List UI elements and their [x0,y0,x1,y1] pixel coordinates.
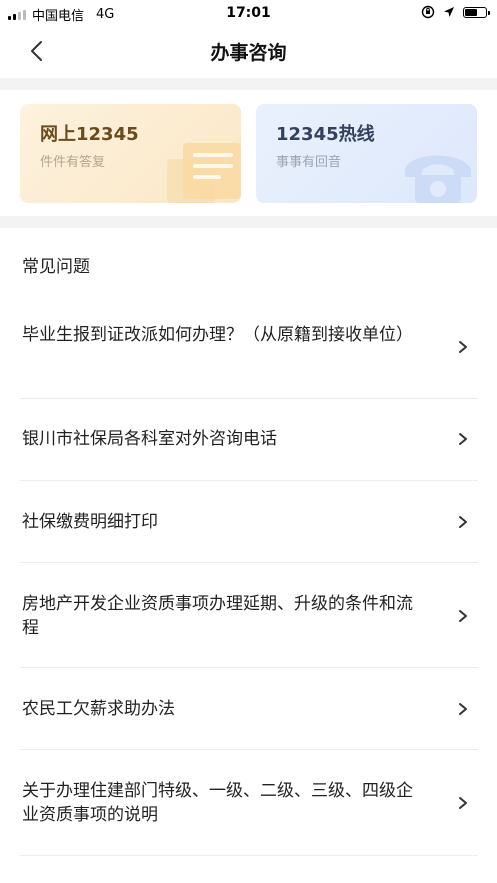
divider [0,78,497,90]
status-bar: 中国电信 4G 17:01 [0,0,497,26]
faq-item[interactable]: 房地产开发企业资质事项办理延期、升级的条件和流程 [20,563,478,668]
chevron-right-icon [459,610,467,622]
divider [0,216,497,228]
card-subtitle: 件件有答复 [40,155,106,170]
faq-item-label: 房地产开发企业资质事项办理延期、升级的条件和流程 [22,594,413,638]
chevron-right-icon [459,797,467,809]
faq-item[interactable]: 社保缴费明细打印 [20,481,478,563]
online-12345-card[interactable]: 网上12345 件件有答复 [20,104,241,203]
faq-item-label: 毕业生报到证改派如何办理？（从原籍到接收单位） [22,325,413,345]
location-icon [444,7,454,17]
battery-icon [463,6,490,18]
faq-item[interactable]: 农民工欠薪求助办法 [20,668,478,750]
orientation-lock-icon [421,5,435,19]
faq-item-label: 关于办理住建部门特级、一级、二级、三级、四级企业资质事项的说明 [22,781,413,825]
faq-item-label: 农民工欠薪求助办法 [22,699,175,719]
card-title: 12345热线 [276,124,375,145]
section-title: 常见问题 [22,257,90,277]
card-subtitle: 事事有回音 [276,155,342,170]
faq-item[interactable]: 关于办理住建部门特级、一级、二级、三级、四级企业资质事项的说明 [20,750,478,856]
document-icon [167,143,241,203]
phone-icon [405,155,471,203]
page-title: 办事咨询 [210,42,287,64]
faq-item[interactable]: 毕业生报到证改派如何办理？（从原籍到接收单位） [20,298,478,399]
card-title: 网上12345 [40,124,139,145]
status-right [421,5,490,19]
chevron-right-icon [459,433,467,445]
hotline-12345-card[interactable]: 12345热线 事事有回音 [256,104,477,203]
chevron-right-icon [459,516,467,528]
faq-item-label: 社保缴费明细打印 [22,512,158,532]
chevron-right-icon [459,703,467,715]
faq-item[interactable]: 银川市社保局各科室对外咨询电话 [20,399,478,481]
faq-item-label: 银川市社保局各科室对外咨询电话 [22,429,277,449]
nav-bar: 办事咨询 [0,26,497,78]
chevron-right-icon [459,341,467,353]
faq-list: 毕业生报到证改派如何办理？（从原籍到接收单位） 银川市社保局各科室对外咨询电话 … [0,298,497,856]
